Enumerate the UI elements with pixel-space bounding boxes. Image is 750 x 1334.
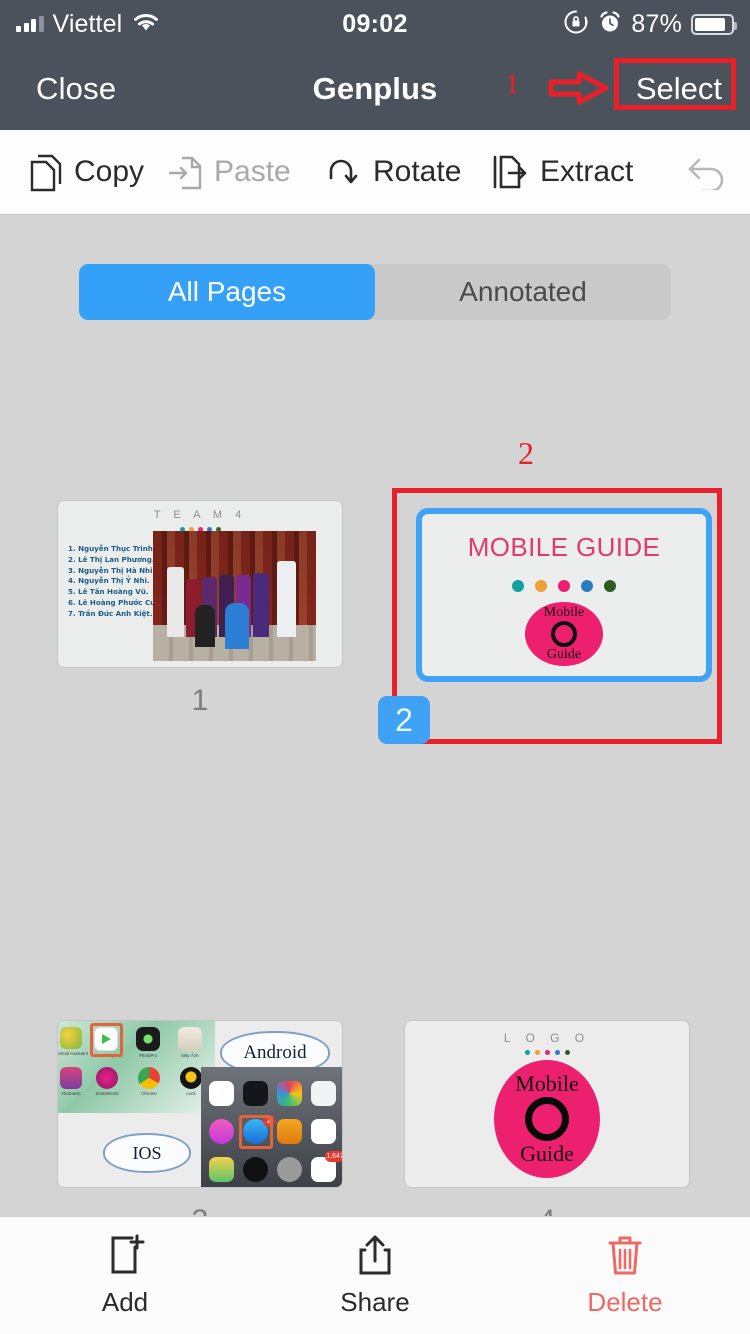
- badge-mail: 1,647: [325, 1151, 342, 1162]
- slide-1-title: T E A M 4: [153, 509, 247, 521]
- slide-4-dots: [405, 1050, 689, 1055]
- share-label: Share: [340, 1287, 410, 1317]
- logo-top-word: Mobile: [515, 1071, 579, 1096]
- annotation-step-1-label: 1: [505, 68, 520, 100]
- rotate-button[interactable]: Rotate: [325, 154, 461, 190]
- extract-icon: [492, 152, 528, 192]
- annotation-arrow-icon: [548, 71, 610, 105]
- slide-2-logo: Mobile Guide: [525, 602, 603, 666]
- ios-home-screenshot: 2 1,647: [201, 1067, 342, 1187]
- page-2-number-badge: 2: [378, 696, 430, 744]
- app-label: Android Assistant: [58, 1051, 88, 1056]
- slide-2-dots: [422, 580, 706, 592]
- logo-bottom-word: Guide: [546, 647, 582, 662]
- highlight-box-chplay: [90, 1023, 123, 1057]
- page-thumbnail-4[interactable]: L O G O Mobile Guide 4: [404, 1020, 690, 1238]
- share-icon: [354, 1233, 396, 1277]
- app-label: ThuDoMC: [60, 1091, 81, 1096]
- tab-annotated[interactable]: Annotated: [375, 264, 671, 320]
- rotate-icon: [325, 154, 361, 190]
- logo-bottom-word: Guide: [520, 1141, 574, 1166]
- highlight-box-appstore: [239, 1115, 273, 1149]
- paste-icon: [168, 152, 202, 192]
- status-bar: Viettel 09:02 87%: [0, 0, 750, 48]
- bubble-ios: IOS: [103, 1133, 191, 1173]
- page-thumbnail-1[interactable]: T E A M 4 1. Nguyễn Thục Trinh. 2. Lê Th…: [57, 500, 343, 718]
- logo-top-word: Mobile: [543, 605, 585, 620]
- android-home-screenshot: Android Assistant CH Play PhotoPro Máy Ả…: [58, 1021, 215, 1113]
- page-1-number: 1: [191, 684, 209, 717]
- paste-button[interactable]: Paste: [168, 152, 291, 192]
- app-label: SmartWorld: [95, 1091, 119, 1096]
- copy-button[interactable]: Copy: [28, 152, 144, 192]
- extract-label: Extract: [540, 155, 634, 188]
- bottom-toolbar: Add Share Delete: [0, 1216, 750, 1334]
- add-page-icon: [104, 1233, 146, 1277]
- undo-icon: [686, 154, 728, 190]
- app-label: Chrome: [141, 1091, 157, 1096]
- battery-icon: [691, 13, 737, 35]
- slide-1-team-photo: [153, 531, 316, 661]
- trash-icon: [604, 1233, 646, 1277]
- app-label: Máy Ảnh: [181, 1053, 199, 1058]
- page-2-preview[interactable]: MOBILE GUIDE Mobile Guide: [416, 508, 712, 682]
- compass-icon: [551, 621, 577, 647]
- status-bar-clock: 09:02: [342, 9, 408, 38]
- copy-label: Copy: [74, 155, 145, 188]
- paste-label: Paste: [214, 155, 291, 188]
- copy-icon: [28, 152, 62, 192]
- delete-label: Delete: [587, 1287, 663, 1317]
- extract-button[interactable]: Extract: [492, 152, 633, 192]
- slide-2-title: MOBILE GUIDE: [467, 532, 661, 562]
- annotation-step-2-label: 2: [518, 435, 534, 471]
- page-1-preview[interactable]: T E A M 4 1. Nguyễn Thục Trinh. 2. Lê Th…: [57, 500, 343, 668]
- compass-icon: [525, 1097, 569, 1141]
- tab-all-pages[interactable]: All Pages: [79, 264, 375, 320]
- app-root: Viettel 09:02 87% Close Genplus Select 1…: [0, 0, 750, 1334]
- app-label: PhotoPro: [138, 1053, 158, 1058]
- action-toolbar: Copy Paste Rotate Extract: [0, 130, 750, 215]
- add-label: Add: [101, 1287, 149, 1317]
- annotation-highlight-select: [614, 58, 736, 110]
- rotate-label: Rotate: [373, 155, 462, 188]
- page-thumbnail-3[interactable]: Android Assistant CH Play PhotoPro Máy Ả…: [57, 1020, 343, 1238]
- page-3-preview[interactable]: Android Assistant CH Play PhotoPro Máy Ả…: [57, 1020, 343, 1188]
- page-filter-segmented-control[interactable]: All Pages Annotated: [79, 264, 671, 320]
- slide-4-logo: Mobile Guide: [494, 1060, 600, 1178]
- add-button[interactable]: Add: [25, 1233, 225, 1318]
- delete-button[interactable]: Delete: [525, 1233, 725, 1318]
- undo-button[interactable]: [686, 154, 728, 190]
- slide-4-title: L O G O: [503, 1031, 591, 1045]
- share-button[interactable]: Share: [275, 1233, 475, 1318]
- page-4-preview[interactable]: L O G O Mobile Guide: [404, 1020, 690, 1188]
